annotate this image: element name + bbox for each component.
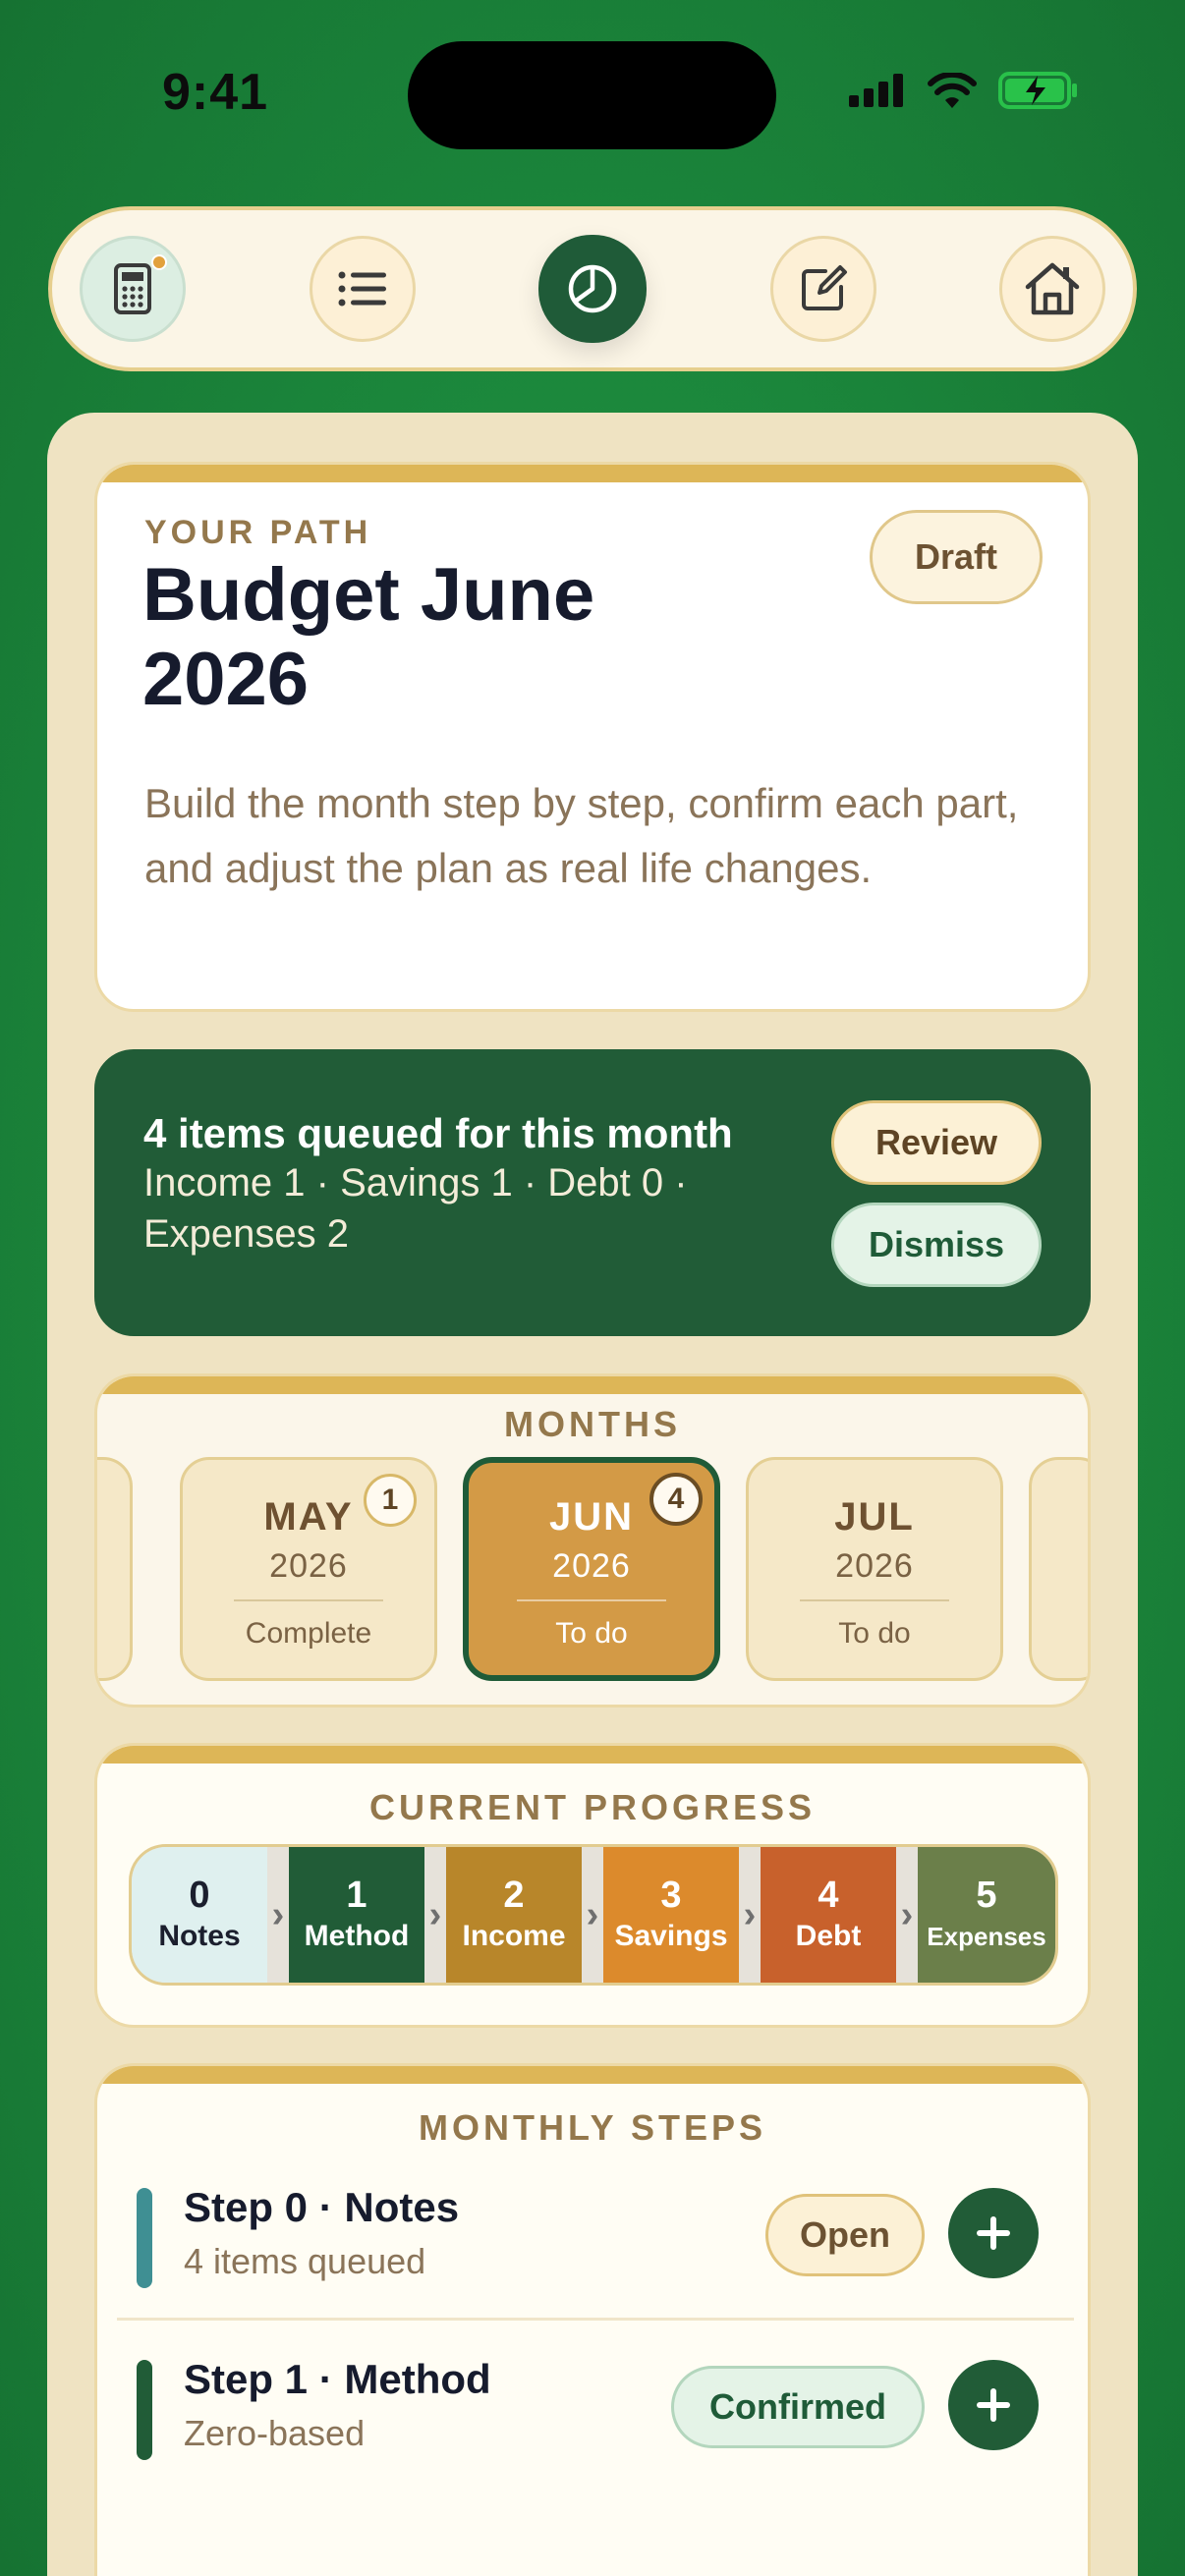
chevron-right-icon: › [582, 1847, 603, 1983]
step-label: Expenses [927, 1922, 1046, 1951]
step-label: Savings [614, 1920, 728, 1952]
step-label: Notes [158, 1920, 241, 1952]
plus-icon [977, 2216, 1010, 2250]
month-divider [234, 1599, 383, 1601]
page-title: Budget June 2026 [142, 553, 595, 721]
open-step-button[interactable]: Open [765, 2194, 925, 2276]
draft-status-badge[interactable]: Draft [870, 510, 1043, 604]
current-progress-card: CURRENT PROGRESS 0 Notes › 1 Method › 2 … [94, 1743, 1091, 2028]
chevron-right-icon: › [267, 1847, 289, 1983]
month-year: 2026 [269, 1547, 348, 1585]
month-tile-jul[interactable]: JUL 2026 To do [746, 1457, 1003, 1681]
add-item-button[interactable] [948, 2188, 1039, 2278]
card-accent-band [97, 1746, 1088, 1764]
month-status: To do [555, 1617, 628, 1650]
chevron-right-icon: › [739, 1847, 761, 1983]
step-title: Step 1 · Method [184, 2356, 491, 2402]
step-subtitle: 4 items queued [184, 2241, 426, 2281]
row-divider [117, 2318, 1074, 2321]
pie-chart-icon [568, 264, 617, 313]
month-year: 2026 [835, 1547, 914, 1585]
status-time: 9:41 [162, 64, 269, 121]
queue-breakdown: Income 1 · Savings 1 · Debt 0 · Expenses… [143, 1161, 688, 1256]
plus-icon [977, 2388, 1010, 2422]
list-icon [338, 271, 386, 307]
eyebrow-label: YOUR PATH [144, 514, 372, 551]
chevron-right-icon: › [424, 1847, 446, 1983]
step-number: 1 [346, 1875, 367, 1916]
main-sheet: YOUR PATH Budget June 2026 Build the mon… [47, 413, 1138, 2576]
notification-dot [151, 254, 167, 270]
month-tile-may[interactable]: MAY 2026 Complete 1 [180, 1457, 437, 1681]
month-count-badge: 4 [649, 1473, 703, 1526]
months-section-title: MONTHS [504, 1404, 681, 1444]
month-tile-next-partial[interactable] [1029, 1457, 1088, 1681]
battery-charging-icon [998, 72, 1077, 109]
chevron-right-icon: › [896, 1847, 918, 1983]
month-status: To do [838, 1617, 911, 1650]
step-number: 5 [976, 1875, 997, 1916]
add-item-button[interactable] [948, 2360, 1039, 2450]
month-divider [517, 1599, 666, 1601]
home-icon [1025, 262, 1080, 315]
months-card: MONTHS MAY 2026 Complete 1 JUN 2026 To d… [94, 1373, 1091, 1708]
month-count-badge: 1 [364, 1474, 417, 1527]
progress-step-method[interactable]: 1 Method [289, 1847, 424, 1983]
month-status: Complete [245, 1617, 372, 1650]
budget-header-card: YOUR PATH Budget June 2026 Build the mon… [94, 462, 1091, 1012]
month-tile-jun[interactable]: JUN 2026 To do 4 [463, 1457, 720, 1681]
wifi-icon [928, 73, 977, 108]
nav-edit-button[interactable] [769, 236, 876, 342]
monthly-steps-card: MONTHLY STEPS Step 0 · Notes 4 items que… [94, 2063, 1091, 2576]
queued-items-banner: 4 items queued for this month Income 1 ·… [94, 1049, 1091, 1336]
step-label: Income [462, 1920, 566, 1952]
card-accent-band [97, 465, 1088, 482]
step-accent-bar [137, 2360, 152, 2460]
monthly-steps-title: MONTHLY STEPS [418, 2107, 767, 2148]
month-name: JUL [834, 1495, 915, 1539]
month-tile-previous-partial[interactable] [97, 1457, 133, 1681]
progress-section-title: CURRENT PROGRESS [368, 1787, 817, 1827]
step-number: 4 [818, 1875, 839, 1916]
nav-overview-button[interactable] [538, 235, 647, 343]
progress-stepper: 0 Notes › 1 Method › 2 Income › 3 Saving… [129, 1844, 1058, 1986]
step-label: Debt [795, 1920, 862, 1952]
nav-calculator-button[interactable] [80, 236, 186, 342]
nav-home-button[interactable] [999, 236, 1105, 342]
top-navigation [48, 206, 1137, 371]
progress-step-expenses[interactable]: 5 Expenses [918, 1847, 1055, 1983]
step-subtitle: Zero-based [184, 2413, 366, 2453]
status-bar: 9:41 [0, 0, 1185, 196]
queue-title: 4 items queued for this month [143, 1110, 733, 1156]
step-number: 2 [503, 1875, 525, 1916]
review-button[interactable]: Review [831, 1100, 1042, 1185]
signal-icon [849, 74, 903, 107]
step-title: Step 0 · Notes [184, 2184, 460, 2230]
step-row-notes[interactable]: Step 0 · Notes 4 items queued Open [137, 2155, 1054, 2312]
progress-step-notes[interactable]: 0 Notes [132, 1847, 267, 1983]
progress-step-income[interactable]: 2 Income [446, 1847, 582, 1983]
edit-icon [801, 265, 847, 310]
progress-step-savings[interactable]: 3 Savings [603, 1847, 739, 1983]
progress-step-debt[interactable]: 4 Debt [761, 1847, 896, 1983]
status-icons [849, 71, 1079, 110]
card-accent-band [97, 2066, 1088, 2084]
nav-list-button[interactable] [309, 236, 416, 342]
step-number: 0 [189, 1875, 210, 1916]
confirmed-status-button[interactable]: Confirmed [671, 2366, 925, 2448]
dismiss-button[interactable]: Dismiss [831, 1203, 1042, 1287]
month-year: 2026 [552, 1547, 631, 1585]
month-divider [800, 1599, 949, 1601]
step-accent-bar [137, 2188, 152, 2288]
card-accent-band [97, 1376, 1088, 1394]
dynamic-island [408, 41, 776, 149]
step-number: 3 [660, 1875, 682, 1916]
step-row-method[interactable]: Step 1 · Method Zero-based Confirmed [137, 2326, 1054, 2484]
page-description: Build the month step by step, confirm ea… [144, 780, 1019, 891]
step-label: Method [304, 1920, 410, 1952]
calculator-icon [114, 263, 151, 314]
